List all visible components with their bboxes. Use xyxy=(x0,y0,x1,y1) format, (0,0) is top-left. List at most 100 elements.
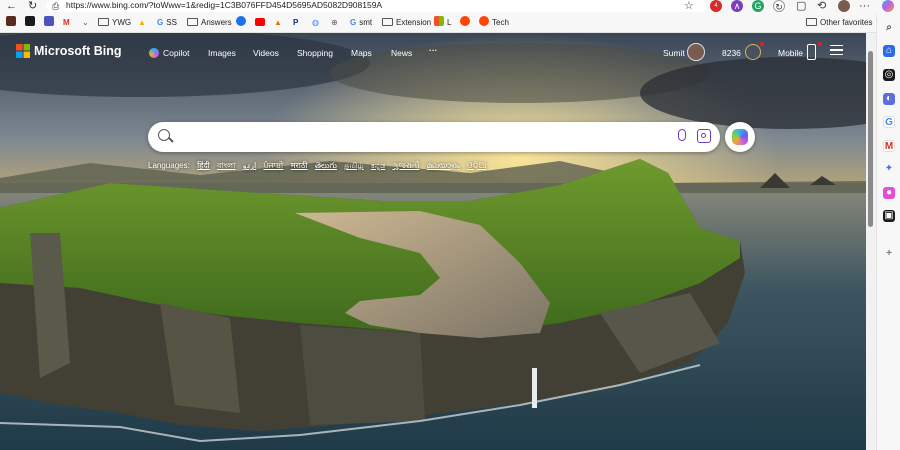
favorite-drive[interactable]: ▲ xyxy=(138,16,146,30)
edge-sidebar: ⌕ ⌂ ◎ ◐ G M ✦ ● ▣ + xyxy=(876,14,900,450)
language-link[interactable]: ગુજરાતી xyxy=(392,161,419,170)
url-text[interactable]: https://www.bing.com/?toWww=1&redig=1C3B… xyxy=(66,0,382,11)
favorite-app[interactable] xyxy=(6,16,19,30)
favorite-smt[interactable]: Gsmt xyxy=(350,16,372,30)
visual-search-icon[interactable] xyxy=(697,129,711,143)
microphone-icon[interactable] xyxy=(678,129,686,141)
bing-header: Microsoft Bing Copilot Images Videos Sho… xyxy=(0,33,866,73)
sparkle-icon[interactable]: ✦ xyxy=(883,163,895,175)
user-avatar[interactable] xyxy=(687,43,705,61)
languages-row: Languages: हिंदी বাংলা اردو ਪੰਜਾਬੀ मराठी… xyxy=(148,160,486,173)
nav-images[interactable]: Images xyxy=(208,48,236,58)
copilot-sidebar-icon[interactable] xyxy=(882,0,894,12)
google-icon[interactable]: G xyxy=(883,116,895,128)
rewards-icon[interactable] xyxy=(745,44,761,60)
youtube-icon xyxy=(255,18,265,26)
scroll-thumb[interactable] xyxy=(868,51,873,227)
favorite-label: YWG xyxy=(112,18,132,27)
favorite-word[interactable] xyxy=(25,16,38,30)
refresh-icon[interactable]: ↻ xyxy=(28,0,37,12)
favorites-bar: M ⌄ YWG ▲ G SS Answers ▲ P ◍ ⊕ Gsmt Exten… xyxy=(0,14,900,33)
favorite-gmail[interactable]: M xyxy=(63,16,70,30)
chat-icon[interactable]: ● xyxy=(883,187,895,199)
extension-badge-icon[interactable]: 4 xyxy=(710,0,722,12)
language-link[interactable]: தமிழ் xyxy=(344,161,364,170)
favorite-answers[interactable]: Answers xyxy=(187,16,232,30)
nav-shopping[interactable]: Shopping xyxy=(297,48,333,58)
favorite-l[interactable]: L xyxy=(434,16,451,30)
favorite-ywg[interactable]: YWG xyxy=(98,16,131,30)
nav-more[interactable]: ··· xyxy=(429,45,438,55)
nav-news[interactable]: News xyxy=(391,48,412,58)
language-link[interactable]: ଓଡ଼ିଆ xyxy=(467,161,486,170)
favorite-translate[interactable]: ◍ xyxy=(312,16,319,30)
other-favorites-label: Other favorites xyxy=(820,18,873,27)
search-icon[interactable] xyxy=(158,129,174,143)
app-icon xyxy=(6,16,16,26)
profile-avatar[interactable] xyxy=(838,0,850,12)
favorite-analytics[interactable]: ▲ xyxy=(274,16,282,30)
mobile-link[interactable]: Mobile xyxy=(778,48,803,58)
search-icon[interactable]: ⌕ xyxy=(883,22,895,34)
favorite-chevron[interactable]: ⌄ xyxy=(82,16,89,30)
rewards-points[interactable]: 8236 xyxy=(722,48,741,58)
hamburger-menu-icon[interactable] xyxy=(830,45,843,55)
language-link[interactable]: മലയാളം xyxy=(427,161,460,170)
split-screen-icon[interactable]: ▢ xyxy=(796,0,806,12)
favorite-label: Answers xyxy=(201,18,232,27)
language-link[interactable]: اردو xyxy=(243,161,257,170)
language-link[interactable]: বাংলা xyxy=(217,161,236,170)
favorite-youtube[interactable] xyxy=(255,16,268,30)
app-icon[interactable]: ◎ xyxy=(883,69,895,81)
nav-copilot[interactable]: Copilot xyxy=(163,48,189,58)
add-icon[interactable]: + xyxy=(883,248,895,260)
extension-icon[interactable]: ∧ xyxy=(731,0,743,12)
microsoft-logo-icon[interactable] xyxy=(16,44,30,58)
language-link[interactable]: मराठी xyxy=(291,161,308,170)
user-name[interactable]: Sumit xyxy=(663,48,685,58)
favorite-globe[interactable]: ⊕ xyxy=(331,16,338,30)
info-icon xyxy=(236,16,246,26)
word-app-icon xyxy=(25,16,35,26)
analytics-icon: ▲ xyxy=(274,18,282,27)
more-icon[interactable]: ··· xyxy=(859,0,870,12)
back-icon[interactable]: ← xyxy=(6,0,17,12)
nav-maps[interactable]: Maps xyxy=(351,48,372,58)
reddit-icon xyxy=(479,16,489,26)
history-icon[interactable]: ⟲ xyxy=(817,0,826,12)
bing-logo-text[interactable]: Microsoft Bing xyxy=(34,44,122,58)
search-box[interactable] xyxy=(148,122,720,152)
grammar-extension-icon[interactable]: G xyxy=(752,0,764,12)
site-info-icon[interactable]: ⎙ xyxy=(52,0,59,12)
drive-icon: ▲ xyxy=(138,18,146,27)
shopping-icon[interactable]: ⌂ xyxy=(883,45,895,57)
language-link[interactable]: తెలుగు xyxy=(315,161,337,170)
page-scrollbar[interactable] xyxy=(866,33,876,450)
favorite-info[interactable] xyxy=(236,16,249,30)
gmail-icon[interactable]: M xyxy=(883,140,895,152)
language-link[interactable]: ਪੰਜਾਬੀ xyxy=(263,161,283,170)
app-icon[interactable]: ▣ xyxy=(883,210,895,222)
favorite-reddit[interactable] xyxy=(460,16,473,30)
language-link[interactable]: ಕನ್ನಡ xyxy=(371,161,385,170)
favorite-label: Extension xyxy=(396,18,432,27)
search-input[interactable] xyxy=(180,127,660,147)
tools-icon[interactable]: ◐ xyxy=(883,93,895,105)
favorite-ss[interactable]: G SS xyxy=(157,16,177,30)
background-image xyxy=(0,33,866,450)
copilot-search-button[interactable] xyxy=(725,122,755,152)
nav-videos[interactable]: Videos xyxy=(253,48,279,58)
other-favorites[interactable]: Other favorites xyxy=(806,16,872,30)
mobile-notification-dot xyxy=(818,42,822,46)
favorite-teams[interactable] xyxy=(44,16,57,30)
language-link[interactable]: हिंदी xyxy=(197,161,210,170)
favorite-star-icon[interactable]: ☆ xyxy=(684,0,694,12)
globe-icon: ⊕ xyxy=(331,18,338,27)
favorite-extension[interactable]: Extension xyxy=(382,16,431,30)
favorite-tech[interactable]: Tech xyxy=(479,16,509,30)
copilot-icon xyxy=(732,129,748,145)
mobile-icon xyxy=(807,44,816,60)
favorite-paypal[interactable]: P xyxy=(293,16,298,30)
chevron-icon: ⌄ xyxy=(82,18,89,27)
refresh-extension-icon[interactable]: ↻ xyxy=(773,0,785,12)
